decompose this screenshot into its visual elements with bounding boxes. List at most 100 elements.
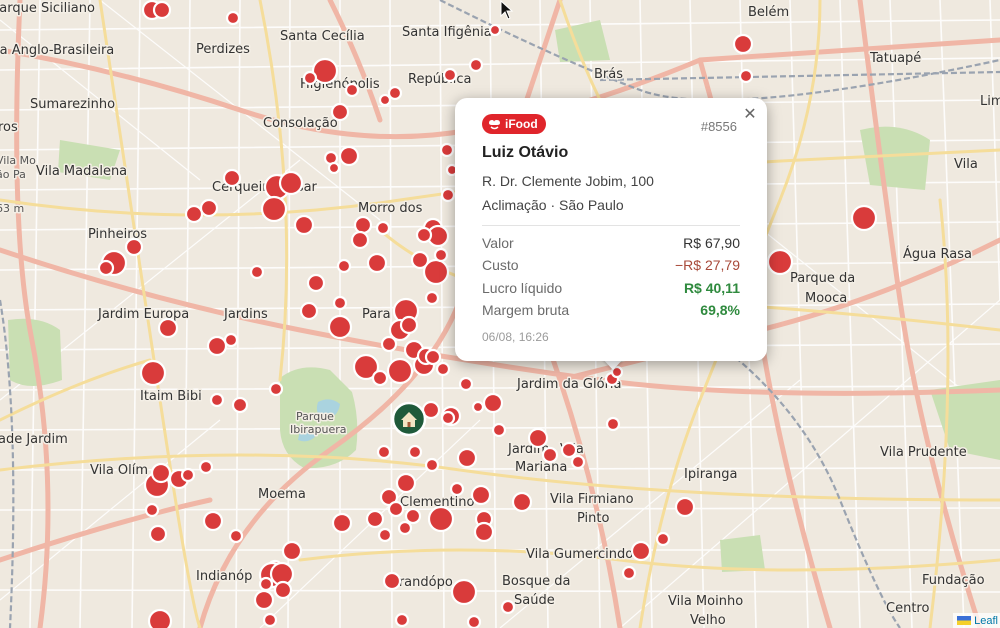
delivery-pin[interactable] [387, 85, 403, 101]
delivery-pin[interactable] [605, 416, 621, 432]
delivery-pin[interactable] [399, 315, 419, 335]
delivery-pin[interactable] [278, 170, 304, 196]
delivery-pin[interactable] [299, 301, 319, 321]
delivery-pin[interactable] [377, 527, 393, 543]
delivery-pin[interactable] [344, 82, 360, 98]
delivery-pin[interactable] [386, 357, 414, 385]
delivery-pin[interactable] [382, 571, 402, 591]
delivery-pin[interactable] [97, 259, 115, 277]
delivery-pin[interactable] [228, 528, 244, 544]
delivery-pin[interactable] [152, 0, 172, 20]
delivery-pin[interactable] [330, 102, 350, 122]
home-marker[interactable] [391, 401, 427, 437]
delivery-pin[interactable] [560, 441, 578, 459]
delivery-pin[interactable] [482, 392, 504, 414]
delivery-pin[interactable] [180, 467, 196, 483]
delivery-pin[interactable] [184, 204, 204, 224]
delivery-pin[interactable] [732, 33, 754, 55]
delivery-pin[interactable] [466, 614, 482, 628]
delivery-pin[interactable] [376, 444, 392, 460]
delivery-pin[interactable] [470, 484, 492, 506]
delivery-pin[interactable] [471, 400, 485, 414]
delivery-pin[interactable] [458, 376, 474, 392]
delivery-pin[interactable] [198, 459, 214, 475]
delivery-pin[interactable] [424, 457, 440, 473]
delivery-pin[interactable] [206, 335, 228, 357]
delivery-pin[interactable] [766, 248, 794, 276]
delivery-pin[interactable] [450, 578, 478, 606]
delivery-pin[interactable] [387, 500, 405, 518]
delivery-pin[interactable] [511, 491, 533, 513]
delivery-pin[interactable] [415, 226, 433, 244]
delivery-pin[interactable] [209, 392, 225, 408]
delivery-pin[interactable] [338, 145, 360, 167]
delivery-pin[interactable] [442, 67, 458, 83]
delivery-pin[interactable] [440, 410, 456, 426]
delivery-pin[interactable] [433, 247, 449, 263]
delivery-pin[interactable] [378, 93, 392, 107]
delivery-pin[interactable] [350, 230, 370, 250]
delivery-pin[interactable] [302, 70, 318, 86]
delivery-pin[interactable] [150, 462, 172, 484]
delivery-pin[interactable] [371, 369, 389, 387]
delivery-pin[interactable] [258, 576, 274, 592]
delivery-pin[interactable] [253, 589, 275, 611]
delivery-pin[interactable] [424, 348, 442, 366]
delivery-pin[interactable] [273, 580, 293, 600]
delivery-pin[interactable] [293, 214, 315, 236]
delivery-pin[interactable] [674, 496, 696, 518]
delivery-pin[interactable] [157, 317, 179, 339]
delivery-pin[interactable] [570, 454, 586, 470]
delivery-pin[interactable] [404, 507, 422, 525]
delivery-pin[interactable] [331, 512, 353, 534]
delivery-pin[interactable] [850, 204, 878, 232]
delivery-pin[interactable] [407, 444, 423, 460]
delivery-pin[interactable] [440, 187, 456, 203]
delivery-pin[interactable] [327, 314, 353, 340]
delivery-pin[interactable] [468, 57, 484, 73]
delivery-pin[interactable] [427, 505, 455, 533]
delivery-pin[interactable] [410, 250, 430, 270]
delivery-pin[interactable] [655, 531, 671, 547]
delivery-pin[interactable] [268, 381, 284, 397]
delivery-pin[interactable] [395, 472, 417, 494]
delivery-pin[interactable] [260, 195, 288, 223]
map-attribution[interactable]: Leafl [953, 613, 1000, 628]
delivery-pin[interactable] [139, 359, 167, 387]
delivery-pin[interactable] [435, 361, 451, 377]
delivery-pin[interactable] [147, 608, 173, 628]
delivery-pin[interactable] [375, 220, 391, 236]
delivery-pin[interactable] [366, 252, 388, 274]
delivery-pin[interactable] [738, 68, 754, 84]
delivery-pin[interactable] [621, 565, 637, 581]
delivery-pin[interactable] [281, 540, 303, 562]
delivery-pin[interactable] [222, 168, 242, 188]
delivery-pin[interactable] [202, 510, 224, 532]
delivery-pin[interactable] [365, 509, 385, 529]
attribution-text[interactable]: Leafl [974, 615, 998, 627]
delivery-pin[interactable] [449, 481, 465, 497]
close-icon[interactable]: ✕ [741, 106, 759, 124]
delivery-pin[interactable] [456, 447, 478, 469]
delivery-pin[interactable] [394, 612, 410, 628]
delivery-pin[interactable] [353, 215, 373, 235]
delivery-pin[interactable] [144, 502, 160, 518]
delivery-pin[interactable] [223, 332, 239, 348]
delivery-pin[interactable] [488, 23, 502, 37]
delivery-pin[interactable] [424, 290, 440, 306]
delivery-pin[interactable] [199, 198, 219, 218]
delivery-pin[interactable] [306, 273, 326, 293]
delivery-pin[interactable] [332, 295, 348, 311]
delivery-pin[interactable] [491, 422, 507, 438]
delivery-pin[interactable] [397, 520, 413, 536]
delivery-pin[interactable] [327, 161, 341, 175]
delivery-pin[interactable] [231, 396, 249, 414]
delivery-pin[interactable] [500, 599, 516, 615]
delivery-pin[interactable] [262, 612, 278, 628]
delivery-pin[interactable] [124, 237, 144, 257]
delivery-pin[interactable] [225, 10, 241, 26]
delivery-pin[interactable] [380, 335, 398, 353]
delivery-pin[interactable] [541, 446, 559, 464]
delivery-pin[interactable] [148, 524, 168, 544]
delivery-pin[interactable] [473, 521, 495, 543]
